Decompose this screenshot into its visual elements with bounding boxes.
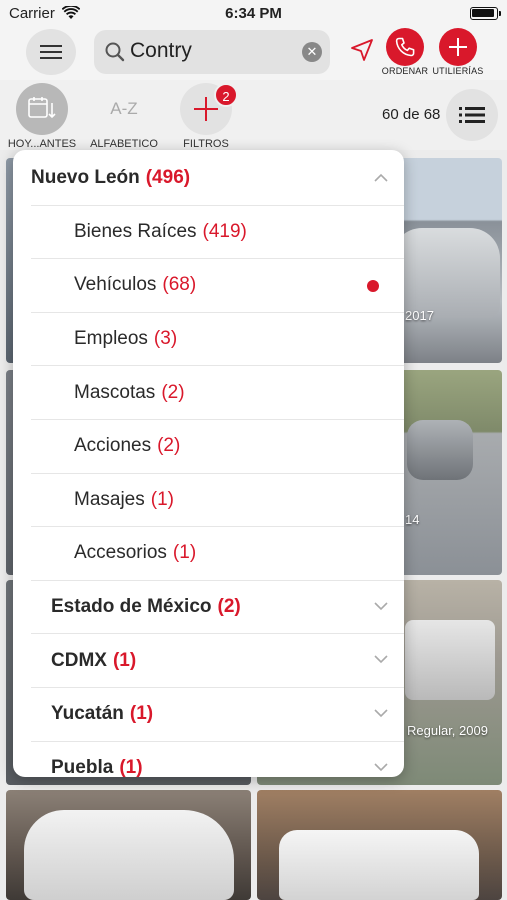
category-count: (2) [157,435,181,457]
menu-button[interactable] [26,29,76,75]
category-name: Vehículos [74,274,157,296]
state-row[interactable]: CDMX (1) [31,634,404,688]
category-row[interactable]: Empleos (3) [31,313,404,367]
category-name: Empleos [74,328,148,350]
result-count: 60 de 68 [382,106,441,123]
sort-toolbar: HOY...ANTES A-Z ALFABETICO FILTROS 2 60 … [0,80,507,150]
category-name: Bienes Raíces [74,220,197,242]
filter-dropdown: Nuevo León (496) Bienes Raíces (419) Veh… [13,150,404,777]
state-row[interactable]: Yucatán (1) [31,688,404,742]
sort-alphabetic-button[interactable]: A-Z ALFABETICO [89,83,159,150]
listing-card[interactable] [6,790,251,900]
truck-image [405,620,495,700]
utilities-button[interactable] [439,28,477,66]
filters-badge: 2 [214,83,238,107]
order-label: ORDENAR [381,66,429,76]
category-count: (1) [150,488,174,510]
state-count: (1) [112,649,137,671]
category-row[interactable]: Acciones (2) [31,420,404,474]
category-row-selected[interactable]: Vehículos (68) [31,259,404,313]
hamburger-icon [40,45,62,59]
phone-icon [395,37,415,57]
state-name: CDMX [51,649,107,671]
state-name: Puebla [51,757,114,777]
filters-button[interactable]: FILTROS 2 [171,83,241,150]
listing-caption: 14 [405,512,420,527]
chevron-down-icon [374,655,388,664]
plus-icon [449,38,467,56]
category-row[interactable]: Masajes (1) [31,474,404,528]
chevron-down-icon [374,709,388,718]
suv-image [279,830,479,900]
sort-alphabetic-label: ALFABETICO [90,138,158,150]
listing-caption: Regular, 2009 [407,723,488,738]
category-row[interactable]: Mascotas (2) [31,366,404,420]
order-button[interactable] [386,28,424,66]
car-image [392,228,500,318]
selected-indicator [367,280,379,293]
category-count: (419) [202,220,247,242]
chevron-up-icon [374,173,388,182]
state-name: Nuevo León [31,167,140,189]
car-image [24,810,234,900]
category-name: Accesorios [74,542,167,564]
state-count: (1) [129,703,154,725]
state-count: (496) [145,167,191,189]
state-count: (2) [217,596,241,618]
alphabetic-icon: A-Z [98,83,150,135]
filters-label: FILTROS [183,138,229,150]
category-row[interactable]: Accesorios (1) [31,527,404,581]
sort-by-date-label: HOY...ANTES [7,138,77,150]
state-row[interactable]: Estado de México (2) [31,581,404,635]
location-arrow-icon[interactable] [349,37,375,63]
category-name: Masajes [74,488,145,510]
listing-caption: 2017 [405,308,434,323]
category-count: (1) [172,542,197,564]
top-nav: ✕ ORDENAR UTILIERÍAS [0,28,507,80]
search-input[interactable] [130,39,290,63]
category-count: (68) [162,274,197,296]
category-row[interactable]: Bienes Raíces (419) [31,206,404,260]
clear-icon[interactable]: ✕ [302,42,322,62]
chevron-down-icon [374,602,388,610]
car-image [407,420,473,480]
category-name: Mascotas [74,381,156,403]
category-count: (3) [153,328,178,350]
state-row[interactable]: Puebla (1) [31,742,404,777]
clock: 6:34 PM [225,5,282,22]
calendar-icon [16,83,68,135]
state-name: Estado de México [51,596,212,618]
listing-card[interactable] [257,790,502,900]
sort-by-date-button[interactable]: HOY...ANTES [7,83,77,150]
alphabetic-glyph: A-Z [110,99,138,118]
battery-icon [470,7,501,20]
state-count: (1) [119,757,143,777]
status-bar: Carrier 6:34 PM [0,0,507,28]
list-icon [459,107,485,123]
chevron-down-icon [374,763,388,771]
search-icon [105,42,125,62]
category-count: (2) [161,381,185,403]
category-name: Acciones [74,435,152,457]
state-name: Yucatán [51,703,124,725]
state-row-expanded[interactable]: Nuevo León (496) [31,152,404,206]
utilities-label: UTILIERÍAS [432,66,484,76]
list-view-button[interactable] [446,89,498,141]
search-bar[interactable]: ✕ [94,30,330,74]
